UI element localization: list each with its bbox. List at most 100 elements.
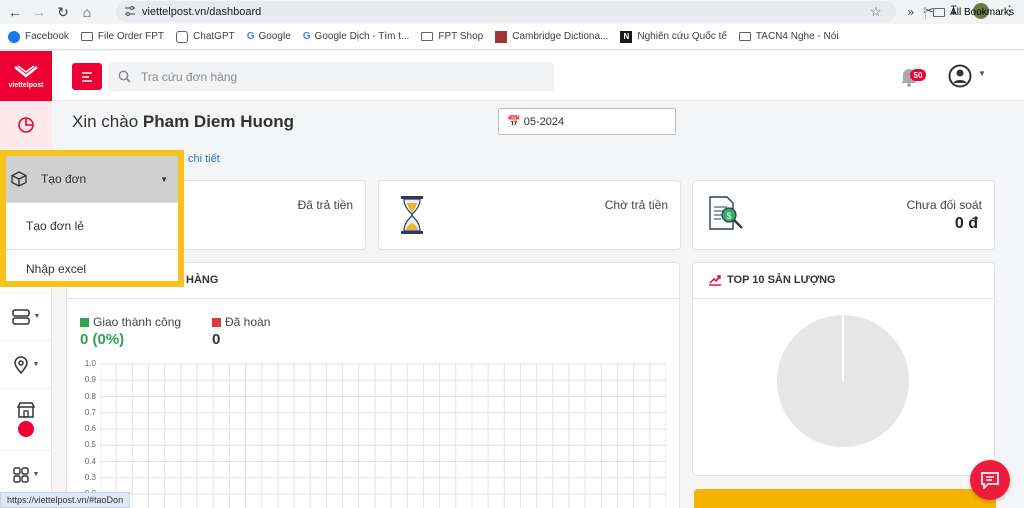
month-value: 05-2024 (523, 115, 565, 128)
cambridge-icon (495, 30, 508, 43)
viettelpost-logo[interactable]: viettelpost (0, 51, 52, 101)
address-bar[interactable]: viettelpost.vn/dashboard (116, 1, 896, 22)
trend-chart-icon (709, 275, 721, 286)
store-icon (17, 401, 35, 418)
user-name: Pham Diem Huong (142, 112, 295, 131)
y-tick-label: 0.7 (84, 407, 96, 417)
menu-toggle-button[interactable] (72, 63, 102, 90)
sidebar-item-location[interactable]: ▼ (0, 341, 52, 389)
promo-banner[interactable] (694, 489, 996, 508)
bookmark-chatgpt[interactable]: ChatGPT (176, 30, 235, 43)
y-tick-label: 0.9 (84, 375, 96, 385)
card-paid: Đã trả tiền (176, 180, 366, 250)
document-money-icon: $ (709, 196, 743, 230)
bookmark-google[interactable]: G Google (247, 31, 291, 42)
map-pin-icon (13, 355, 28, 374)
folder-icon (933, 8, 946, 17)
search-icon (118, 70, 131, 83)
logo-mark-icon (14, 64, 38, 78)
new-badge-icon (18, 420, 34, 437)
sidebar-item-shop[interactable] (0, 389, 52, 451)
bookmark-file-order[interactable]: File Order FPT (80, 31, 164, 42)
y-tick-label: 0.4 (84, 456, 96, 466)
grid-icon (12, 466, 29, 483)
server-list-icon (11, 308, 30, 325)
user-avatar-icon[interactable] (948, 64, 972, 88)
facebook-icon (8, 30, 20, 43)
card-label: Chưa đối soát (906, 198, 982, 212)
chevron-down-icon: ▼ (33, 313, 41, 320)
folder-icon (80, 32, 93, 41)
menu-item-single-order[interactable]: Tạo đơn lẻ (6, 202, 178, 248)
y-tick-label: 0.3 (84, 472, 96, 482)
n-logo-icon: N (620, 30, 633, 43)
notification-count-badge: 50 (910, 69, 926, 81)
hourglass-icon (401, 196, 423, 234)
greeting: Xin chào Pham Diem Huong (72, 112, 295, 131)
bookmark-google-translate[interactable]: G Google Dịch - Tìm t... (303, 31, 410, 42)
calendar-icon: 📅 (507, 116, 521, 128)
svg-text:$: $ (726, 211, 731, 221)
bookmark-fpt-shop[interactable]: FPT Shop (421, 31, 483, 42)
reload-icon[interactable]: ↻ (54, 3, 72, 21)
chatgpt-icon (176, 30, 189, 43)
legend-returned[interactable]: Đã hoàn (212, 315, 270, 329)
month-picker[interactable]: 📅 05-2024 (498, 108, 676, 135)
chevron-down-icon: ▼ (160, 175, 168, 184)
forward-icon[interactable]: → (30, 3, 48, 21)
card-pending-payment: Chờ trả tiền (378, 180, 681, 250)
folder-icon (738, 32, 751, 41)
top10-pie-chart (777, 315, 909, 447)
google-icon: G (302, 31, 311, 42)
box-icon (11, 171, 27, 187)
chevron-down-icon: ▼ (32, 361, 40, 368)
bookmarks-bar: Facebook File Order FPT ChatGPT G Google … (0, 24, 1024, 50)
card-label: Đã trả tiền (297, 198, 353, 212)
link-status-bar: https://viettelpost.vn/#taoDon (0, 492, 131, 508)
legend-swatch (212, 317, 221, 327)
app-header: 50 ▼ (52, 51, 1024, 101)
bookmark-nghien-cuu[interactable]: N Nghiên cứu Quốc tế (620, 30, 727, 43)
site-settings-icon[interactable] (124, 5, 136, 17)
google-icon: G (246, 31, 255, 42)
chevron-down-icon[interactable]: ▼ (978, 69, 986, 78)
returned-value: 0 (212, 331, 221, 348)
orders-panel-title: HÀNG (186, 274, 219, 286)
card-label: Chờ trả tiền (604, 198, 668, 212)
y-tick-label: 0.5 (84, 440, 96, 450)
hamburger-icon (82, 71, 92, 82)
bookmark-cambridge[interactable]: Cambridge Dictiona... (495, 30, 608, 43)
home-icon[interactable]: ⌂ (78, 3, 96, 21)
orders-line-chart (100, 363, 666, 508)
all-bookmarks[interactable]: All Bookmarks (933, 7, 1014, 18)
order-search[interactable] (108, 62, 554, 91)
card-unreconciled: $ Chưa đối soát 0 đ (692, 180, 995, 250)
back-icon[interactable]: ← (6, 3, 24, 21)
legend-delivered[interactable]: Giao thành công (80, 315, 181, 329)
create-order-dropdown: Tạo đơn ▼ Tạo đơn lẻ Nhập excel (0, 150, 184, 287)
bookmarks-divider (925, 7, 926, 20)
pie-chart-icon (18, 116, 34, 133)
bookmark-facebook[interactable]: Facebook (8, 30, 69, 43)
sidebar-item-dashboard[interactable] (0, 101, 52, 149)
bookmark-star-icon[interactable]: ☆ (870, 4, 882, 20)
sidebar-item-orders[interactable]: ▼ (0, 293, 52, 341)
menu-item-import-excel[interactable]: Nhập excel (6, 249, 178, 287)
bookmark-tacn4[interactable]: TACN4 Nghe - Nói (738, 31, 839, 42)
top10-panel-title: TOP 10 SẢN LƯỢNG (727, 274, 836, 286)
chat-button[interactable] (970, 460, 1010, 500)
card-value: 0 đ (954, 215, 978, 232)
legend-swatch (80, 317, 89, 327)
y-tick-label: 1.0 (84, 359, 96, 368)
delivered-value: 0 (0%) (80, 331, 125, 348)
url-text: viettelpost.vn/dashboard (142, 5, 262, 18)
folder-icon (421, 32, 434, 41)
chat-icon (981, 472, 999, 489)
detail-link[interactable]: chi tiết (188, 153, 220, 165)
search-input[interactable] (141, 69, 541, 84)
create-order-menu-header[interactable]: Tạo đơn ▼ (6, 156, 178, 202)
y-tick-label: 0.6 (84, 424, 96, 433)
chevron-down-icon: ▼ (32, 471, 40, 478)
more-bookmarks-icon[interactable]: » (907, 5, 914, 19)
y-tick-label: 0.8 (84, 391, 96, 401)
